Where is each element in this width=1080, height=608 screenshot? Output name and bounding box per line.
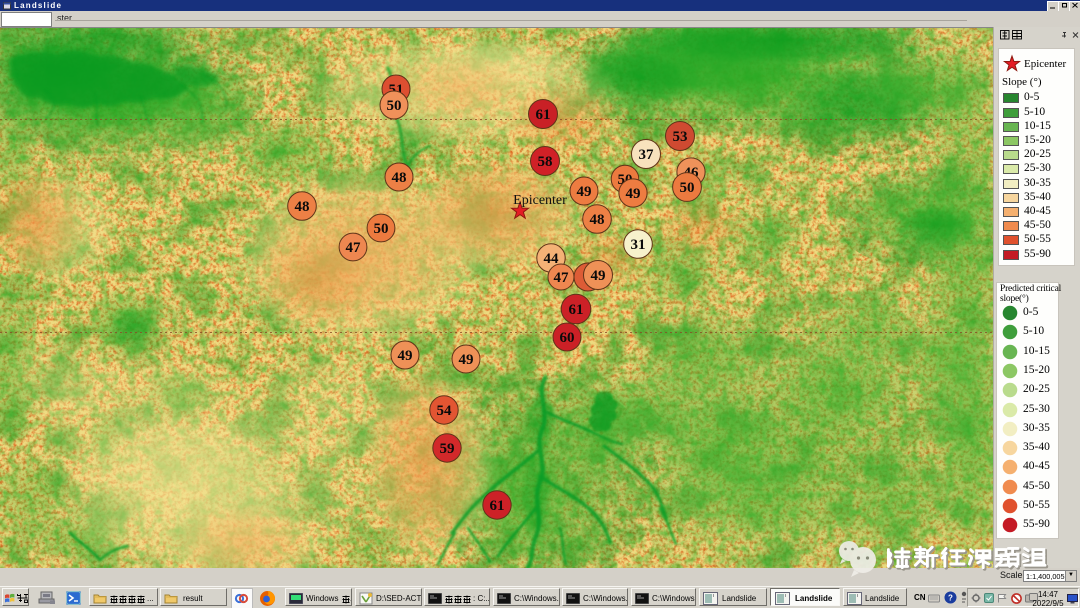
svg-text:50: 50 xyxy=(374,221,389,237)
svg-text:48: 48 xyxy=(295,199,310,215)
svg-text:54: 54 xyxy=(437,403,453,419)
svg-text:61: 61 xyxy=(569,302,584,318)
svg-text:53: 53 xyxy=(673,129,688,145)
svg-text:48: 48 xyxy=(590,212,605,228)
svg-text:49: 49 xyxy=(577,184,592,200)
svg-text:48: 48 xyxy=(392,170,407,186)
svg-text:31: 31 xyxy=(631,237,646,253)
svg-text:37: 37 xyxy=(639,147,655,163)
svg-text:59: 59 xyxy=(440,441,455,457)
svg-text:49: 49 xyxy=(626,186,641,202)
svg-text:60: 60 xyxy=(560,330,575,346)
svg-text:61: 61 xyxy=(536,107,551,123)
svg-text:47: 47 xyxy=(346,240,362,256)
svg-text:47: 47 xyxy=(554,270,570,286)
svg-text:50: 50 xyxy=(680,180,695,196)
svg-text:61: 61 xyxy=(490,498,505,514)
svg-text:49: 49 xyxy=(459,352,474,368)
svg-text:49: 49 xyxy=(398,348,413,364)
svg-text:50: 50 xyxy=(387,98,402,114)
svg-text:58: 58 xyxy=(538,154,553,170)
svg-text:?: ? xyxy=(948,594,953,603)
svg-text:49: 49 xyxy=(591,268,606,284)
svg-text:Epicenter: Epicenter xyxy=(513,193,567,208)
